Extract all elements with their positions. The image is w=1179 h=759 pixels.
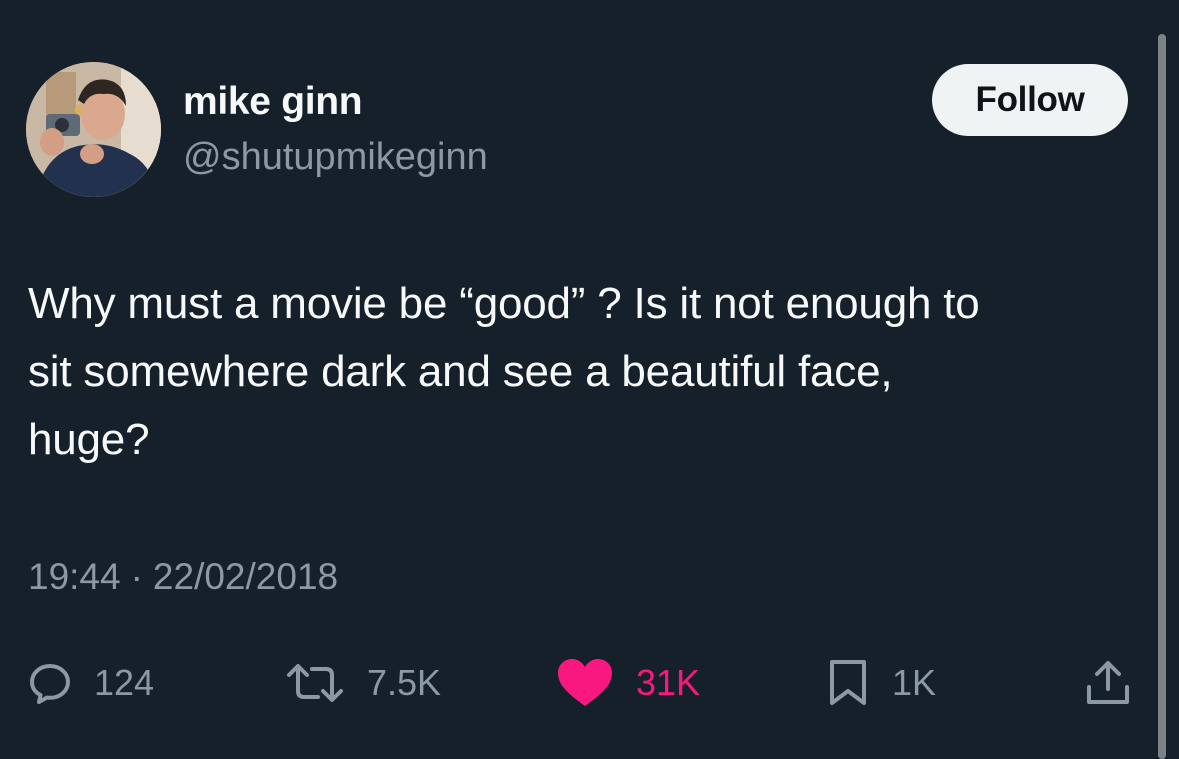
bookmark-icon	[826, 659, 870, 707]
share-button[interactable]	[1085, 648, 1153, 718]
share-icon	[1085, 659, 1131, 707]
bookmark-button[interactable]: 1K	[826, 648, 936, 718]
like-button[interactable]: 31K	[556, 648, 700, 718]
tweet-timestamp[interactable]: 19:44 · 22/02/2018	[28, 556, 338, 598]
like-count: 31K	[636, 662, 701, 703]
tweet-text: Why must a movie be “good” ? Is it not e…	[28, 270, 1158, 474]
scrollbar[interactable]	[1158, 34, 1166, 759]
reply-count: 124	[94, 662, 155, 703]
action-bar: 124 7.5K 31K 1K	[0, 648, 1179, 718]
meta-separator: ·	[130, 556, 143, 597]
retweet-icon	[285, 661, 345, 705]
tweet-card: mike ginn @shutupmikeginn Follow Why mus…	[0, 0, 1179, 759]
follow-button[interactable]: Follow	[932, 64, 1128, 136]
avatar-photo	[26, 62, 161, 197]
retweet-count: 7.5K	[367, 662, 442, 703]
author-handle[interactable]: @shutupmikeginn	[183, 136, 488, 179]
tweet-text-line: Why must a movie be “good” ? Is it not e…	[28, 279, 980, 328]
heart-icon	[556, 658, 614, 708]
reply-icon	[28, 661, 72, 705]
avatar[interactable]	[26, 62, 161, 197]
retweet-button[interactable]: 7.5K	[285, 648, 441, 718]
author-display-name[interactable]: mike ginn	[183, 80, 363, 124]
tweet-time: 19:44	[28, 556, 121, 597]
bookmark-count: 1K	[892, 662, 937, 703]
tweet-text-line: sit somewhere dark and see a beautiful f…	[28, 347, 893, 396]
tweet-date: 22/02/2018	[152, 556, 339, 597]
tweet-text-line: huge?	[28, 415, 150, 464]
reply-button[interactable]: 124	[28, 648, 154, 718]
